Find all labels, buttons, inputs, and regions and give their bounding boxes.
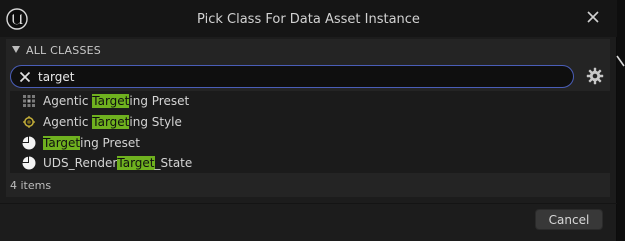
orb-node-icon [23, 116, 35, 128]
pie-chart-icon [22, 156, 36, 170]
footer-divider [0, 203, 617, 204]
gear-icon[interactable] [586, 67, 604, 85]
background-editor-edge [617, 0, 625, 241]
pie-chart-icon [22, 136, 36, 150]
clear-x-icon[interactable] [19, 71, 31, 83]
list-item[interactable]: Agentic Targeting Preset [10, 91, 610, 111]
cursor-edge-icon [616, 55, 625, 67]
list-item[interactable]: Targeting Preset [10, 133, 610, 153]
list-item-label: Agentic Targeting Preset [43, 94, 190, 108]
dialog-title: Pick Class For Data Asset Instance [197, 12, 420, 27]
search-match-highlight: Target [92, 115, 130, 129]
list-item-label: UDS_RenderTarget_State [43, 156, 193, 170]
triangle-down-icon [12, 46, 20, 53]
all-classes-label: ALL CLASSES [26, 44, 101, 57]
search-match-highlight: Target [43, 136, 81, 150]
search-box [10, 65, 574, 88]
item-count: 4 items [10, 179, 52, 192]
list-item-label: Agentic Targeting Style [43, 115, 182, 129]
grid-node-icon [23, 95, 35, 107]
search-match-highlight: Target [117, 156, 155, 170]
pick-class-dialog: Pick Class For Data Asset Instance ALL C… [0, 0, 617, 241]
cancel-button[interactable]: Cancel [535, 209, 603, 230]
list-item-label: Targeting Preset [43, 136, 140, 150]
close-icon[interactable] [583, 7, 603, 27]
search-input[interactable] [38, 68, 558, 85]
class-results-list: Agentic Targeting Preset Agentic Targeti… [10, 91, 610, 173]
list-item[interactable]: UDS_RenderTarget_State [10, 153, 610, 173]
title-bar: Pick Class For Data Asset Instance [0, 0, 617, 37]
list-item[interactable]: Agentic Targeting Style [10, 112, 610, 132]
search-match-highlight: Target [92, 94, 130, 108]
all-classes-header[interactable]: ALL CLASSES [6, 41, 610, 59]
